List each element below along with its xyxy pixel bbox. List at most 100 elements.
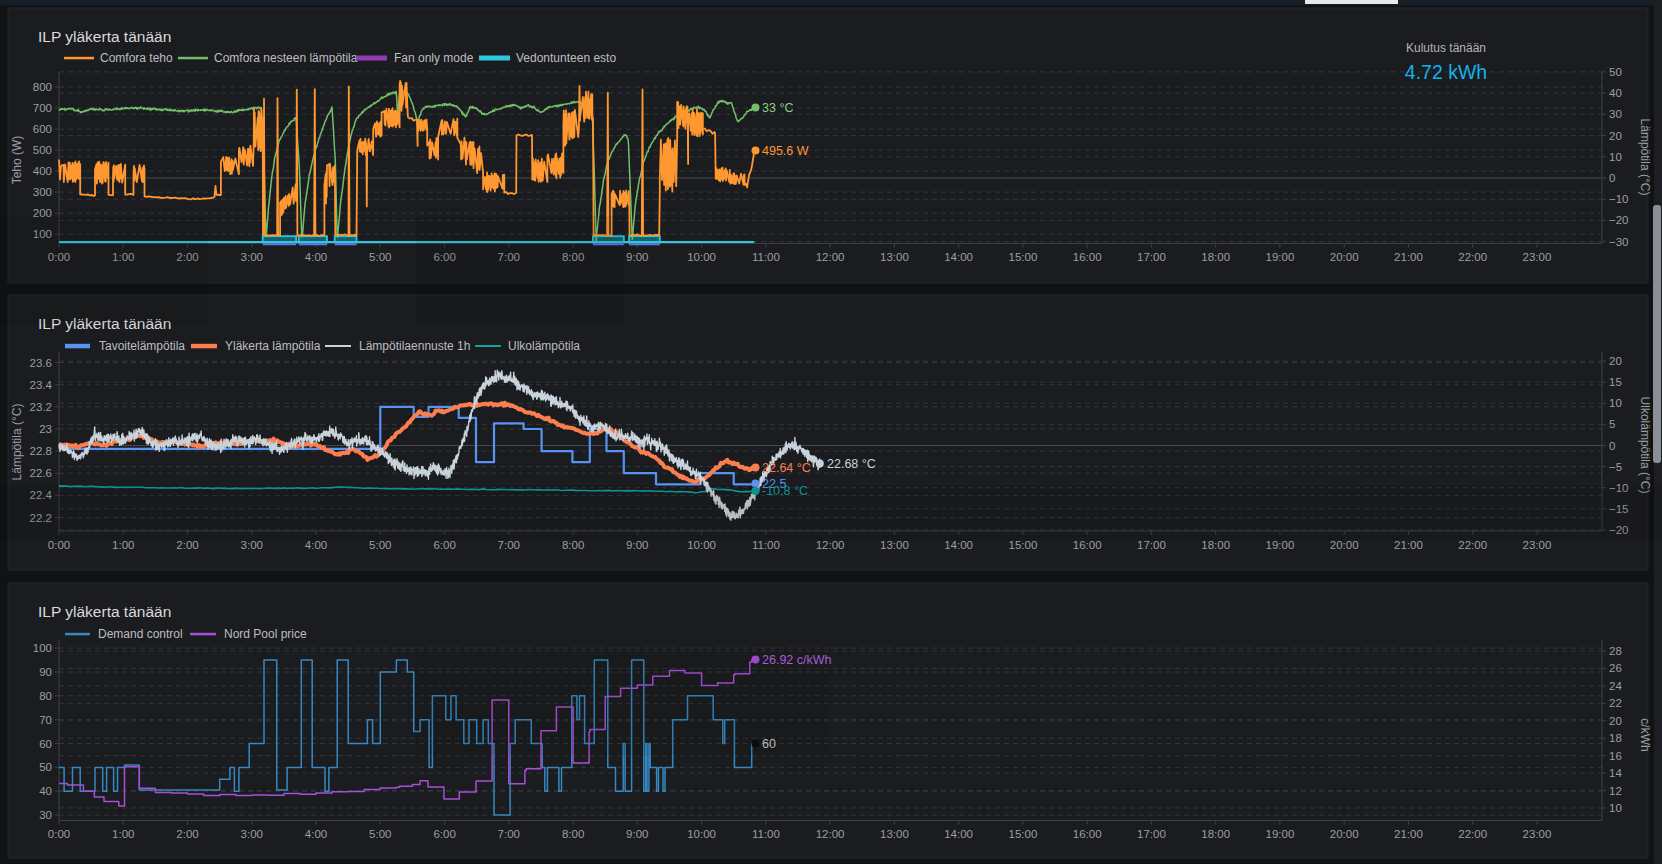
svg-text:Comfora nesteen lämpötila: Comfora nesteen lämpötila <box>214 51 358 65</box>
svg-text:22:00: 22:00 <box>1458 539 1487 551</box>
svg-text:33 °C: 33 °C <box>762 101 793 115</box>
svg-text:14:00: 14:00 <box>944 828 973 840</box>
svg-text:20: 20 <box>1609 355 1622 367</box>
svg-text:400: 400 <box>33 165 52 177</box>
svg-text:18:00: 18:00 <box>1201 828 1230 840</box>
svg-text:8:00: 8:00 <box>562 828 584 840</box>
svg-text:Ulkolämpötila (°C): Ulkolämpötila (°C) <box>1638 397 1652 494</box>
svg-text:10: 10 <box>1609 802 1622 814</box>
svg-text:14:00: 14:00 <box>944 539 973 551</box>
svg-text:12:00: 12:00 <box>816 251 845 263</box>
svg-text:16:00: 16:00 <box>1073 539 1102 551</box>
svg-text:21:00: 21:00 <box>1394 828 1423 840</box>
svg-text:19:00: 19:00 <box>1266 828 1295 840</box>
svg-text:12:00: 12:00 <box>816 828 845 840</box>
svg-text:13:00: 13:00 <box>880 828 909 840</box>
svg-text:4:00: 4:00 <box>305 251 327 263</box>
svg-text:70: 70 <box>39 714 52 726</box>
svg-text:20: 20 <box>1609 130 1622 142</box>
svg-text:22.6: 22.6 <box>30 467 52 479</box>
svg-text:−20: −20 <box>1609 214 1629 226</box>
svg-text:12: 12 <box>1609 785 1622 797</box>
svg-text:5:00: 5:00 <box>369 539 391 551</box>
svg-text:30: 30 <box>39 809 52 821</box>
svg-text:28: 28 <box>1609 645 1622 657</box>
svg-text:18: 18 <box>1609 732 1622 744</box>
svg-text:5: 5 <box>1609 418 1615 430</box>
svg-text:2:00: 2:00 <box>176 828 198 840</box>
svg-text:13:00: 13:00 <box>880 251 909 263</box>
svg-text:26: 26 <box>1609 662 1622 674</box>
svg-text:9:00: 9:00 <box>626 251 648 263</box>
svg-text:17:00: 17:00 <box>1137 251 1166 263</box>
svg-text:4.72 kWh: 4.72 kWh <box>1405 61 1487 83</box>
svg-text:80: 80 <box>39 690 52 702</box>
svg-text:23.6: 23.6 <box>30 357 52 369</box>
svg-text:19:00: 19:00 <box>1266 539 1295 551</box>
svg-text:24: 24 <box>1609 680 1622 692</box>
svg-text:1:00: 1:00 <box>112 539 134 551</box>
svg-text:Lämpötilaennuste 1h: Lämpötilaennuste 1h <box>359 339 470 353</box>
svg-text:9:00: 9:00 <box>626 828 648 840</box>
svg-text:100: 100 <box>33 642 52 654</box>
svg-text:60: 60 <box>39 738 52 750</box>
svg-text:Vedontunteen esto: Vedontunteen esto <box>516 51 616 65</box>
svg-text:6:00: 6:00 <box>433 539 455 551</box>
svg-text:Yläkerta lämpötila: Yläkerta lämpötila <box>225 339 321 353</box>
svg-text:11:00: 11:00 <box>752 539 780 551</box>
svg-text:20:00: 20:00 <box>1330 251 1359 263</box>
svg-text:19:00: 19:00 <box>1266 251 1295 263</box>
svg-text:23: 23 <box>39 423 52 435</box>
svg-text:Lämpötila (°C): Lämpötila (°C) <box>10 404 24 481</box>
svg-text:14:00: 14:00 <box>944 251 973 263</box>
svg-text:3:00: 3:00 <box>241 828 263 840</box>
svg-text:16:00: 16:00 <box>1073 828 1102 840</box>
svg-text:23:00: 23:00 <box>1523 539 1552 551</box>
svg-text:13:00: 13:00 <box>880 539 909 551</box>
svg-text:22.64 °C: 22.64 °C <box>762 461 811 475</box>
svg-text:800: 800 <box>33 81 52 93</box>
svg-text:Kulutus tänään: Kulutus tänään <box>1406 41 1486 55</box>
svg-text:15:00: 15:00 <box>1009 251 1038 263</box>
svg-text:Comfora teho: Comfora teho <box>100 51 173 65</box>
svg-text:Teho (W): Teho (W) <box>10 136 24 185</box>
svg-text:9:00: 9:00 <box>626 539 648 551</box>
svg-text:−10: −10 <box>1609 193 1629 205</box>
svg-text:10: 10 <box>1609 397 1622 409</box>
svg-text:21:00: 21:00 <box>1394 539 1423 551</box>
svg-text:2:00: 2:00 <box>176 539 198 551</box>
svg-text:22:00: 22:00 <box>1458 828 1487 840</box>
svg-text:20:00: 20:00 <box>1330 828 1359 840</box>
svg-text:Lämpötila (°C): Lämpötila (°C) <box>1638 119 1652 196</box>
svg-text:7:00: 7:00 <box>498 539 520 551</box>
svg-text:0:00: 0:00 <box>48 539 70 551</box>
svg-text:700: 700 <box>33 102 52 114</box>
svg-text:17:00: 17:00 <box>1137 828 1166 840</box>
svg-text:23:00: 23:00 <box>1523 828 1552 840</box>
svg-text:3:00: 3:00 <box>241 251 263 263</box>
svg-text:10: 10 <box>1609 151 1622 163</box>
svg-text:500: 500 <box>33 144 52 156</box>
svg-text:20:00: 20:00 <box>1330 539 1359 551</box>
svg-text:10:00: 10:00 <box>687 251 716 263</box>
svg-text:20: 20 <box>1609 715 1622 727</box>
svg-text:Ulkolämpötila: Ulkolämpötila <box>508 339 580 353</box>
svg-text:11:00: 11:00 <box>752 251 780 263</box>
svg-text:4:00: 4:00 <box>305 828 327 840</box>
svg-text:40: 40 <box>39 785 52 797</box>
svg-text:4:00: 4:00 <box>305 539 327 551</box>
svg-text:40: 40 <box>1609 87 1622 99</box>
svg-text:6:00: 6:00 <box>433 828 455 840</box>
svg-text:0: 0 <box>1609 172 1615 184</box>
svg-text:15: 15 <box>1609 376 1622 388</box>
svg-text:1:00: 1:00 <box>112 828 134 840</box>
svg-text:30: 30 <box>1609 108 1622 120</box>
svg-text:50: 50 <box>1609 66 1622 78</box>
svg-text:21:00: 21:00 <box>1394 251 1423 263</box>
svg-text:16:00: 16:00 <box>1073 251 1102 263</box>
svg-text:90: 90 <box>39 666 52 678</box>
svg-text:−5: −5 <box>1609 461 1622 473</box>
svg-text:23.4: 23.4 <box>30 379 53 391</box>
svg-text:10:00: 10:00 <box>687 828 716 840</box>
svg-text:Fan only mode: Fan only mode <box>394 51 474 65</box>
